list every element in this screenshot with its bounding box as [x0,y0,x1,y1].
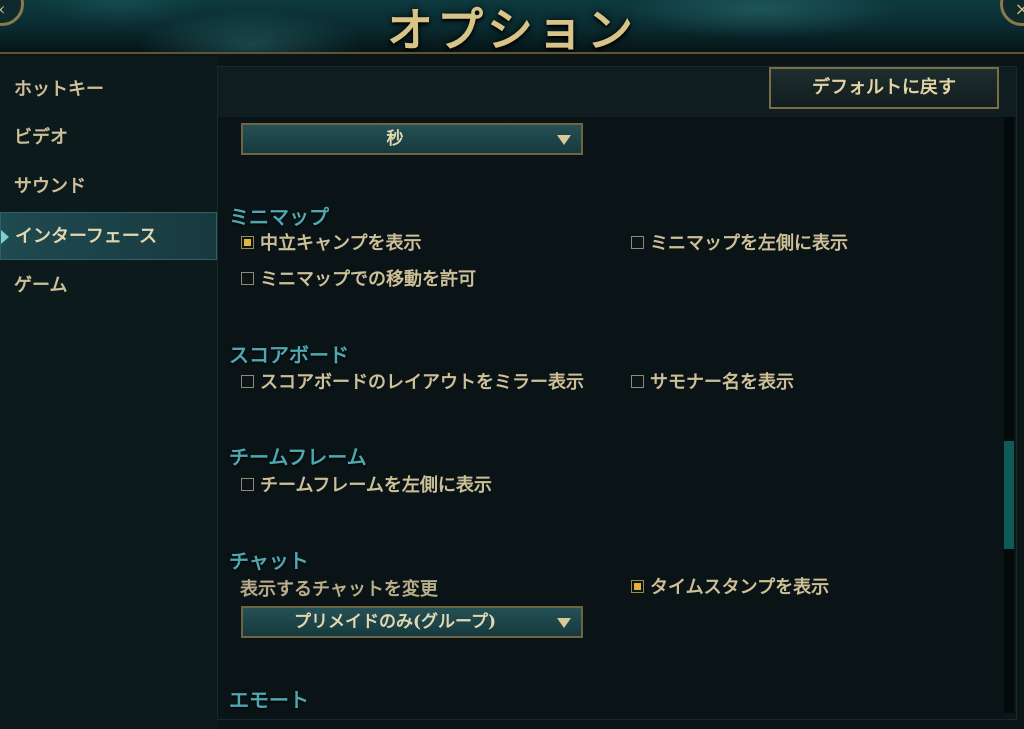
sidebar-item-interface[interactable]: インターフェース [0,212,217,260]
dropdown-value: プリメイドのみ(グループ) [293,612,497,632]
option-label: スコアボードのレイアウトをミラー表示 [260,372,584,393]
checkbox-unchecked-icon [241,477,254,491]
chat-filter-dropdown[interactable]: プリメイドのみ(グループ) [241,606,583,638]
checkbox-unchecked-icon [631,374,644,388]
checkbox-checked-icon [631,579,644,593]
checkbox-show-neutral-camps[interactable]: 中立キャンプを表示 [241,232,421,256]
checkbox-unchecked-icon [631,235,644,249]
scrollbar-thumb[interactable] [1004,441,1014,549]
scrollbar[interactable] [1004,117,1014,713]
option-label: サモナー名を表示 [650,372,794,393]
option-label: タイムスタンプを表示 [650,577,830,598]
sidebar-item-hotkeys[interactable]: ホットキー [0,66,217,114]
restore-defaults-button[interactable]: デフォルトに戻す [769,67,999,109]
section-title-emote: エモート [229,688,309,712]
active-marker-icon [1,230,9,244]
checkbox-show-summoner-names[interactable]: サモナー名を表示 [631,371,794,395]
settings-panel: デフォルトに戻す 秒 ミニマップ 中立キャンプを表示 ミニマップを左側に表示 ミ… [217,66,1017,720]
dropdown-value: 秒 [386,129,404,149]
checkbox-unchecked-icon [241,271,254,285]
option-label: 中立キャンプを表示 [260,233,422,254]
sidebar-item-game[interactable]: ゲーム [0,262,217,310]
section-title-minimap: ミニマップ [229,205,329,229]
timer-unit-dropdown[interactable]: 秒 [241,123,583,155]
checkbox-checked-icon [241,235,254,249]
panel-toolbar: デフォルトに戻す [218,67,1016,117]
settings-content: 秒 ミニマップ 中立キャンプを表示 ミニマップを左側に表示 ミニマップでの移動を… [218,117,1004,717]
checkbox-minimap-move[interactable]: ミニマップでの移動を許可 [241,268,476,292]
sidebar-item-sound[interactable]: サウンド [0,163,217,211]
checkbox-minimap-left[interactable]: ミニマップを左側に表示 [631,232,848,256]
page-title: オプション [387,3,637,54]
checkbox-scoreboard-mirror[interactable]: スコアボードのレイアウトをミラー表示 [241,371,584,395]
options-header: ‹ オプション × [0,0,1024,54]
option-label: チームフレームを左側に表示 [260,475,492,496]
sidebar-item-video[interactable]: ビデオ [0,114,217,162]
section-title-scoreboard: スコアボード [229,343,349,367]
option-label: ミニマップを左側に表示 [650,233,848,254]
sidebar-item-label: インターフェース [15,226,158,247]
sidebar: ホットキー ビデオ サウンド インターフェース ゲーム [0,56,217,729]
close-icon: × [1003,0,1024,20]
section-title-chat: チャット [229,549,309,573]
option-label: ミニマップでの移動を許可 [260,269,476,290]
chat-change-label: 表示するチャットを変更 [240,579,438,600]
checkbox-teamframe-left[interactable]: チームフレームを左側に表示 [241,474,492,498]
chevron-down-icon [557,618,571,628]
checkbox-show-timestamps[interactable]: タイムスタンプを表示 [631,576,829,600]
section-title-teamframe: チームフレーム [229,445,367,469]
checkbox-unchecked-icon [241,374,254,388]
chevron-down-icon [557,135,571,145]
